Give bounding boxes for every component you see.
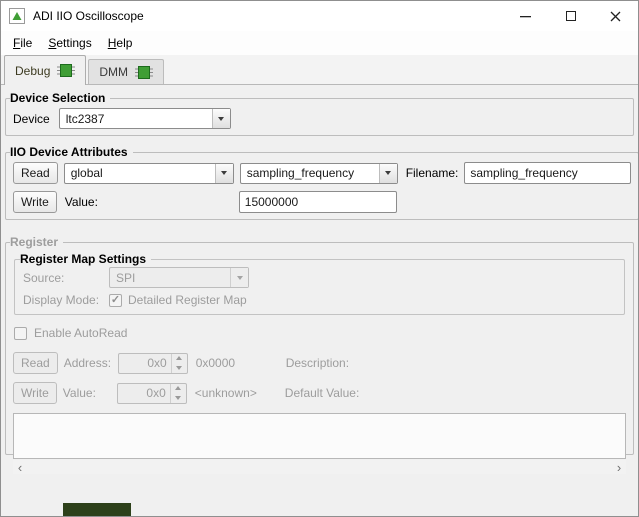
chevron-down-icon	[230, 268, 248, 287]
detailed-register-map-label: Detailed Register Map	[128, 293, 247, 307]
description-label: Description:	[286, 356, 349, 370]
register-frame-label: Register	[10, 235, 63, 249]
address-spinbox-value: 0x0	[119, 354, 171, 373]
attr-read-button[interactable]: Read	[13, 162, 58, 184]
menu-item-settings[interactable]: Settings	[40, 32, 99, 54]
close-button[interactable]	[593, 1, 638, 31]
address-hex-value: 0x0000	[196, 356, 280, 370]
filename-field[interactable]	[464, 162, 631, 184]
app-window: ADI IIO Oscilloscope File Settings Help …	[0, 0, 639, 517]
iio-device-attributes-frame: IIO Device Attributes Read global sampli…	[5, 145, 639, 220]
detailed-register-map-checkbox[interactable]: ✓	[109, 294, 122, 307]
scroll-right-icon: ›	[617, 461, 621, 474]
chip-icon	[135, 66, 153, 79]
horizontal-scrollbar: ‹ ›	[13, 460, 626, 474]
menu-item-help[interactable]: Help	[100, 32, 141, 54]
scrollbar-left-button[interactable]: ‹	[13, 460, 27, 474]
tab-dmm[interactable]: DMM	[88, 59, 164, 84]
tab-dmm-label: DMM	[99, 65, 128, 79]
scrollbar-right-button[interactable]: ›	[612, 460, 626, 474]
filename-label: Filename:	[406, 166, 459, 180]
background-plot-fragment	[63, 503, 131, 516]
attr-group-combobox-value: global	[65, 164, 215, 183]
source-label: Source:	[23, 271, 109, 285]
maximize-button[interactable]	[548, 1, 593, 31]
address-label: Address:	[64, 356, 112, 370]
enable-autoread-checkbox[interactable]	[14, 327, 27, 340]
window-controls	[503, 1, 638, 31]
chevron-down-icon	[379, 164, 397, 183]
register-frame: Register Register Map Settings Source: S…	[5, 235, 634, 455]
check-icon: ✓	[111, 295, 120, 306]
register-map-settings-frame-label: Register Map Settings	[20, 252, 151, 266]
register-write-button[interactable]: Write	[13, 382, 57, 404]
attr-write-button[interactable]: Write	[13, 191, 57, 213]
app-icon	[9, 8, 25, 24]
scrollbar-trough[interactable]	[27, 460, 612, 474]
default-value-label: Default Value:	[285, 386, 360, 400]
register-map-settings-frame: Register Map Settings Source: SPI Displa…	[14, 252, 625, 315]
source-combobox-value: SPI	[110, 268, 230, 287]
chip-icon	[57, 64, 75, 77]
titlebar: ADI IIO Oscilloscope	[1, 1, 638, 31]
tab-bar: Debug DMM	[1, 55, 638, 85]
spin-down-icon[interactable]	[172, 363, 187, 373]
display-mode-label: Display Mode:	[23, 293, 103, 307]
attr-group-combobox[interactable]: global	[64, 163, 234, 184]
chevron-down-icon	[212, 109, 230, 128]
tab-debug-label: Debug	[15, 64, 50, 78]
spin-down-icon[interactable]	[171, 393, 186, 403]
device-combobox[interactable]: ltc2387	[59, 108, 231, 129]
attr-value-label: Value:	[63, 195, 233, 209]
register-value-label: Value:	[63, 386, 111, 400]
menu-item-file[interactable]: File	[5, 32, 40, 54]
attr-name-combobox[interactable]: sampling_frequency	[240, 163, 398, 184]
value-spinbox-value: 0x0	[118, 384, 170, 403]
enable-autoread-label: Enable AutoRead	[34, 326, 127, 340]
value-spinbox[interactable]: 0x0	[117, 383, 187, 404]
minimize-button[interactable]	[503, 1, 548, 31]
attr-name-combobox-value: sampling_frequency	[241, 164, 379, 183]
register-description-textview[interactable]	[13, 413, 626, 459]
device-selection-frame-label: Device Selection	[10, 91, 110, 105]
source-combobox[interactable]: SPI	[109, 267, 249, 288]
spin-up-icon[interactable]	[172, 354, 187, 364]
spin-up-icon[interactable]	[171, 384, 186, 394]
device-label: Device	[13, 112, 50, 126]
device-combobox-value: ltc2387	[60, 109, 212, 128]
chevron-down-icon	[215, 164, 233, 183]
window-title: ADI IIO Oscilloscope	[33, 9, 144, 23]
tab-debug[interactable]: Debug	[4, 55, 86, 85]
debug-page: Device Selection Device ltc2387 IIO Devi…	[1, 85, 638, 516]
value-unknown-text: <unknown>	[195, 386, 279, 400]
menubar: File Settings Help	[1, 31, 638, 55]
iio-attributes-frame-label: IIO Device Attributes	[10, 145, 133, 159]
address-spinbox[interactable]: 0x0	[118, 353, 188, 374]
attr-value-field[interactable]	[239, 191, 397, 213]
scroll-left-icon: ‹	[18, 461, 22, 474]
register-read-button[interactable]: Read	[13, 352, 58, 374]
device-selection-frame: Device Selection Device ltc2387	[5, 91, 634, 136]
